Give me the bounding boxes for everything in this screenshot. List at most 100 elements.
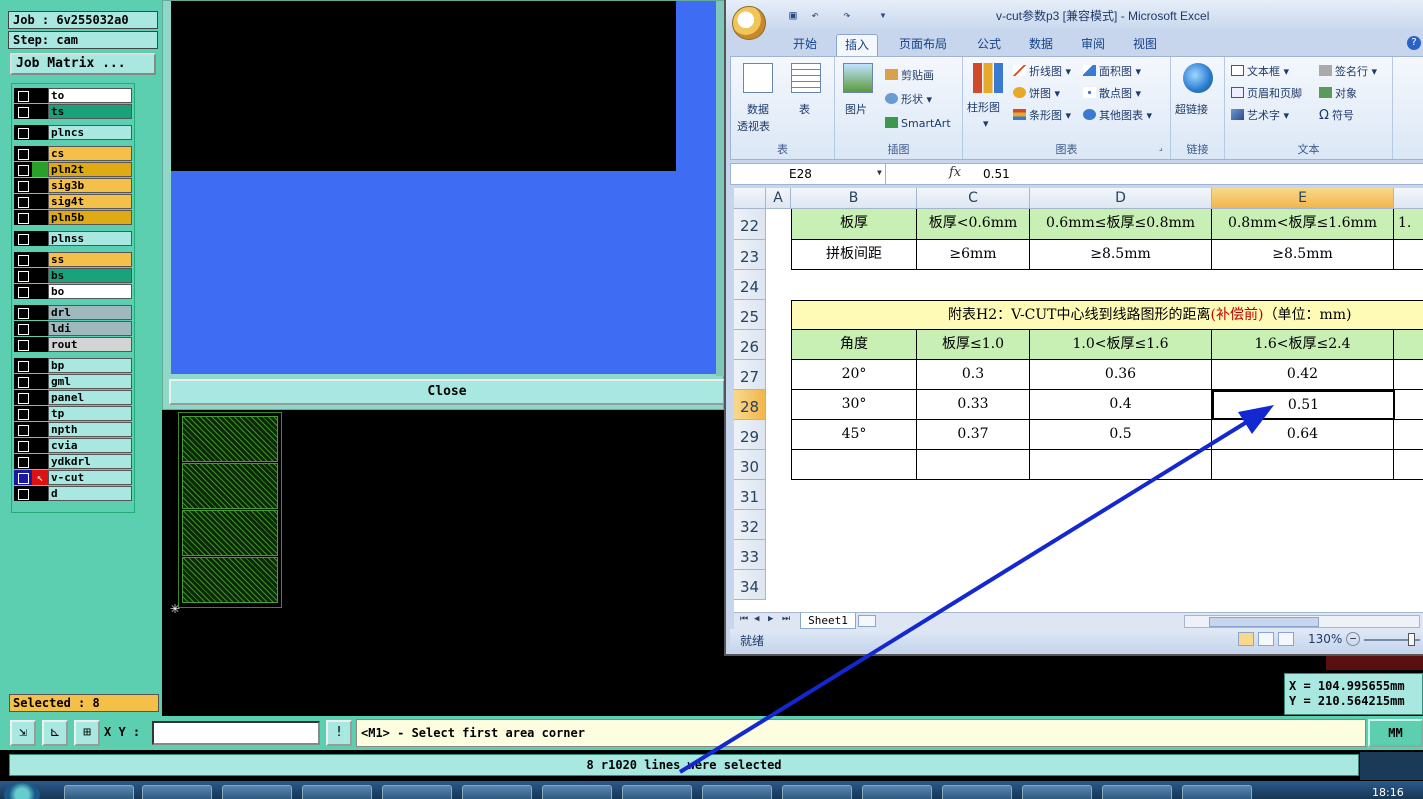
cell-c23[interactable]: ≥6mm (917, 240, 1030, 270)
column-chart-icon[interactable] (973, 63, 1003, 93)
redo-icon[interactable]: ↷ (840, 8, 854, 22)
textbox-button[interactable]: 文本框 ▾ (1231, 63, 1289, 79)
cell-c29[interactable]: 0.37 (917, 420, 1030, 450)
layer-name[interactable]: panel (48, 390, 132, 405)
fx-icon[interactable]: fx (949, 165, 961, 180)
bar-chart-button[interactable]: 条形图 ▾ (1013, 107, 1071, 123)
tab-data[interactable]: 数据 (1022, 34, 1060, 56)
row-header-31[interactable]: 31 (734, 480, 766, 510)
taskbar-item[interactable] (222, 785, 292, 799)
layer-marker[interactable] (32, 406, 48, 421)
cell-c30[interactable] (917, 450, 1030, 480)
cell-f28[interactable] (1395, 390, 1423, 420)
layer-name[interactable]: bo (48, 284, 132, 299)
layer-marker[interactable] (32, 337, 48, 352)
layer-checkbox[interactable] (14, 268, 32, 283)
cell-e30[interactable] (1212, 450, 1394, 480)
row-header-34[interactable]: 34 (734, 570, 766, 600)
cell-e26[interactable]: 1.6<板厚≤2.4 (1212, 330, 1394, 360)
layer-marker[interactable] (32, 252, 48, 267)
row-header-24[interactable]: 24 (734, 270, 766, 300)
layer-row[interactable]: plnss (14, 231, 132, 246)
layer-name[interactable]: sig3b (48, 178, 132, 193)
affected-layer-icon[interactable]: ↖ (32, 470, 48, 485)
taskbar-item[interactable] (622, 785, 692, 799)
layer-checkbox[interactable] (14, 194, 32, 209)
cell-c26[interactable]: 板厚≤1.0 (917, 330, 1030, 360)
select-all-corner[interactable] (734, 188, 766, 209)
layer-marker[interactable] (32, 231, 48, 246)
snap-tool-button[interactable]: ⇲ (10, 720, 36, 746)
cell-d28[interactable]: 0.4 (1030, 390, 1212, 420)
layer-checkbox[interactable] (14, 284, 32, 299)
layer-row[interactable]: tp (14, 406, 132, 421)
col-header-a[interactable]: A (766, 188, 791, 209)
layer-checkbox[interactable] (14, 88, 32, 103)
picture-icon[interactable] (843, 63, 873, 93)
cell-b29[interactable]: 45° (791, 420, 917, 450)
layer-marker[interactable] (32, 358, 48, 373)
cell-d27[interactable]: 0.36 (1030, 360, 1212, 390)
layer-row[interactable]: bo (14, 284, 132, 299)
header-footer-button[interactable]: 页眉和页脚 (1231, 85, 1302, 101)
other-chart-button[interactable]: 其他图表 ▾ (1083, 107, 1152, 123)
zoom-slider-thumb[interactable] (1408, 633, 1415, 646)
cell-b23[interactable]: 拼板间距 (791, 240, 917, 270)
layer-name[interactable]: pln2t (48, 162, 132, 177)
layer-marker[interactable] (32, 486, 48, 501)
layer-row[interactable]: ↖ v-cut (14, 470, 132, 485)
picture-button[interactable]: 图片 (845, 101, 867, 117)
cell-e23[interactable]: ≥8.5mm (1212, 240, 1394, 270)
tab-review[interactable]: 审阅 (1074, 34, 1112, 56)
col-header-d[interactable]: D (1030, 188, 1212, 209)
layer-name[interactable]: cs (48, 146, 132, 161)
layer-name[interactable]: ldi (48, 321, 132, 336)
name-box-dropdown-icon[interactable]: ▼ (877, 168, 882, 177)
clipart-button[interactable]: 剪贴画 (885, 67, 934, 83)
prev-sheet-icon[interactable]: ◀ (754, 614, 759, 624)
cell-d29[interactable]: 0.5 (1030, 420, 1212, 450)
layer-checkbox[interactable] (14, 470, 32, 485)
horizontal-scroll-thumb[interactable] (1209, 617, 1319, 627)
layer-row[interactable]: pln5b (14, 210, 132, 225)
layer-row[interactable]: ts (14, 104, 132, 119)
table-button[interactable]: 表 (799, 101, 810, 117)
layer-row[interactable]: ss (14, 252, 132, 267)
layer-name[interactable]: bp (48, 358, 132, 373)
layer-checkbox[interactable] (14, 358, 32, 373)
layer-row[interactable]: d (14, 486, 132, 501)
layer-name[interactable]: ydkdrl (48, 454, 132, 469)
cell-f29[interactable] (1394, 420, 1423, 450)
cell-f26[interactable] (1394, 330, 1423, 360)
cell-d26[interactable]: 1.0<板厚≤1.6 (1030, 330, 1212, 360)
layer-row[interactable]: plncs (14, 125, 132, 140)
row-header-30[interactable]: 30 (734, 450, 766, 480)
cell-e22[interactable]: 0.8mm<板厚≤1.6mm (1212, 209, 1394, 240)
row-header-23[interactable]: 23 (734, 240, 766, 270)
layer-marker[interactable] (32, 178, 48, 193)
cell-c22[interactable]: 板厚<0.6mm (917, 209, 1030, 240)
taskbar-item[interactable] (1102, 785, 1172, 799)
cell-b26[interactable]: 角度 (791, 330, 917, 360)
layer-checkbox[interactable] (14, 125, 32, 140)
tab-formulas[interactable]: 公式 (970, 34, 1008, 56)
layer-marker[interactable] (32, 104, 48, 119)
layer-marker[interactable] (32, 438, 48, 453)
row-header-32[interactable]: 32 (734, 510, 766, 540)
layer-name[interactable]: rout (48, 337, 132, 352)
cell-b28[interactable]: 30° (791, 390, 917, 420)
line-chart-button[interactable]: 折线图 ▾ (1013, 63, 1071, 79)
cell-f22[interactable]: 1. (1394, 209, 1423, 240)
layer-row[interactable]: bs (14, 268, 132, 283)
taskbar-item[interactable] (64, 785, 134, 799)
cell-b27[interactable]: 20° (791, 360, 917, 390)
layer-name[interactable]: npth (48, 422, 132, 437)
cell-d30[interactable] (1030, 450, 1212, 480)
taskbar-item[interactable] (382, 785, 452, 799)
layer-name[interactable]: d (48, 486, 132, 501)
first-sheet-icon[interactable]: ⏮ (740, 614, 748, 624)
layer-name[interactable]: ss (48, 252, 132, 267)
layer-row[interactable]: npth (14, 422, 132, 437)
cell-e27[interactable]: 0.42 (1212, 360, 1394, 390)
col-header-e[interactable]: E (1212, 188, 1394, 209)
